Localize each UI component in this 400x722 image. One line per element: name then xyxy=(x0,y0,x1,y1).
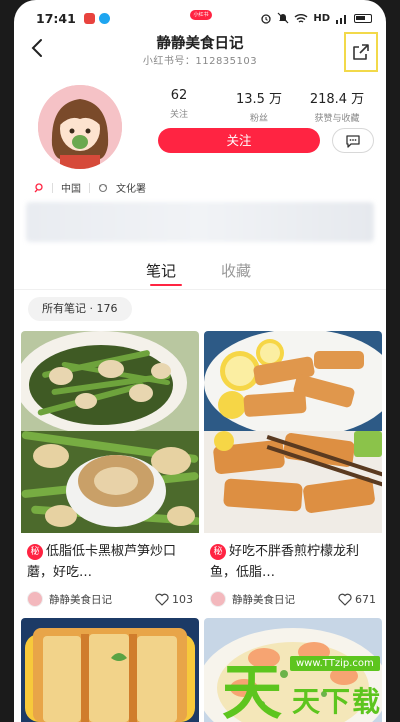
note-meta: 静静美食日记 103 xyxy=(21,585,199,613)
note-title-text: 好吃不胖香煎柠檬龙利鱼，低脂… xyxy=(210,544,360,580)
note-image-asparagus-mushroom xyxy=(21,331,199,533)
profile-header: 静静美食日记 小红书号：112835103 xyxy=(14,28,386,72)
like-count: 103 xyxy=(172,592,193,606)
signal-icon xyxy=(336,14,346,24)
location-icon xyxy=(34,182,43,192)
note-card[interactable]: 秘低脂低卡黑椒芦笋炒口蘑，好吃… 静静美食日记 103 xyxy=(21,331,199,613)
stat-label: 获赞与收藏 xyxy=(314,114,360,124)
network-hd-label: HD xyxy=(313,12,330,24)
note-title: 秘低脂低卡黑椒芦笋炒口蘑，好吃… xyxy=(21,533,199,585)
like-button[interactable]: 103 xyxy=(155,593,193,606)
profile-tags: 中国 文化署 xyxy=(34,180,146,195)
chat-bubble-icon xyxy=(346,134,360,148)
red-id-label: 小红书号：112835103 xyxy=(142,56,258,67)
like-button[interactable]: 671 xyxy=(338,593,376,606)
bio-blurred-area xyxy=(26,202,374,242)
note-title-text: 低脂低卡黑椒芦笋炒口蘑，好吃… xyxy=(27,544,177,580)
share-button[interactable] xyxy=(344,32,378,72)
stat-value: 218.4 万 xyxy=(309,92,365,107)
tag-divider xyxy=(89,182,90,193)
phone-screen: 17:41 小红书 HD 静静美食日记 小红书号：112835103 62 关注… xyxy=(14,0,386,722)
note-card[interactable]: 秘好吃不胖香煎柠檬龙利鱼，低脂… 静静美食日记 671 xyxy=(204,331,382,613)
tab-notes[interactable]: 笔记 xyxy=(146,260,176,281)
heart-icon xyxy=(155,593,169,606)
stat-value: 13.5 万 xyxy=(235,92,283,107)
stat-value: 62 xyxy=(170,88,188,103)
note-meta: 静静美食日记 671 xyxy=(204,585,382,613)
author-avatar xyxy=(27,591,43,607)
note-card[interactable] xyxy=(21,618,199,722)
divider xyxy=(14,289,386,290)
status-pill: 小红书 xyxy=(190,10,212,20)
note-badge: 秘 xyxy=(210,544,226,560)
site-watermark: 天 www.TTzip.com 天下载 xyxy=(222,644,386,722)
stat-fans[interactable]: 13.5 万 粉丝 xyxy=(224,88,294,124)
author-avatar xyxy=(210,591,226,607)
note-image-lemon-fish xyxy=(204,331,382,533)
tag-location: 中国 xyxy=(61,184,81,195)
heart-icon xyxy=(338,593,352,606)
tag-culture: 文化署 xyxy=(116,184,146,195)
culture-icon xyxy=(98,183,108,192)
like-count: 671 xyxy=(355,592,376,606)
status-time: 17:41 xyxy=(36,10,76,26)
active-tab-indicator xyxy=(150,284,182,286)
note-badge: 秘 xyxy=(27,544,43,560)
wifi-icon xyxy=(294,13,308,23)
notification-app-icon xyxy=(83,12,95,24)
stat-following[interactable]: 62 关注 xyxy=(144,88,214,120)
page-title: 静静美食日记 xyxy=(156,36,244,52)
tab-collections[interactable]: 收藏 xyxy=(221,260,251,281)
mute-icon xyxy=(277,12,289,24)
author-name: 静静美食日记 xyxy=(232,593,295,606)
battery-icon xyxy=(354,13,372,23)
watermark-url: www.TTzip.com xyxy=(290,656,380,671)
stat-label: 粉丝 xyxy=(249,114,268,124)
tag-divider xyxy=(52,182,53,193)
follow-button[interactable]: 关注 xyxy=(158,128,320,153)
girl-avatar-illustration xyxy=(38,85,122,169)
stat-label: 关注 xyxy=(169,110,188,120)
status-right: HD xyxy=(260,12,372,24)
watermark-text: 天下载 xyxy=(292,685,383,718)
all-notes-filter[interactable]: 所有笔记 · 176 xyxy=(28,297,132,321)
alarm-icon xyxy=(261,14,271,24)
avatar[interactable] xyxy=(38,85,122,169)
watermark-logo-char: 天 xyxy=(222,658,282,722)
share-icon xyxy=(353,44,369,60)
profile-tabs: 笔记 收藏 xyxy=(14,258,386,288)
author-name: 静静美食日记 xyxy=(49,593,112,606)
qq-icon xyxy=(98,12,110,24)
stat-likes-collections[interactable]: 218.4 万 获赞与收藏 xyxy=(302,88,372,124)
note-title: 秘好吃不胖香煎柠檬龙利鱼，低脂… xyxy=(204,533,382,585)
note-image-toast xyxy=(21,618,199,722)
notification-icons xyxy=(83,12,110,24)
message-button[interactable] xyxy=(332,128,374,153)
